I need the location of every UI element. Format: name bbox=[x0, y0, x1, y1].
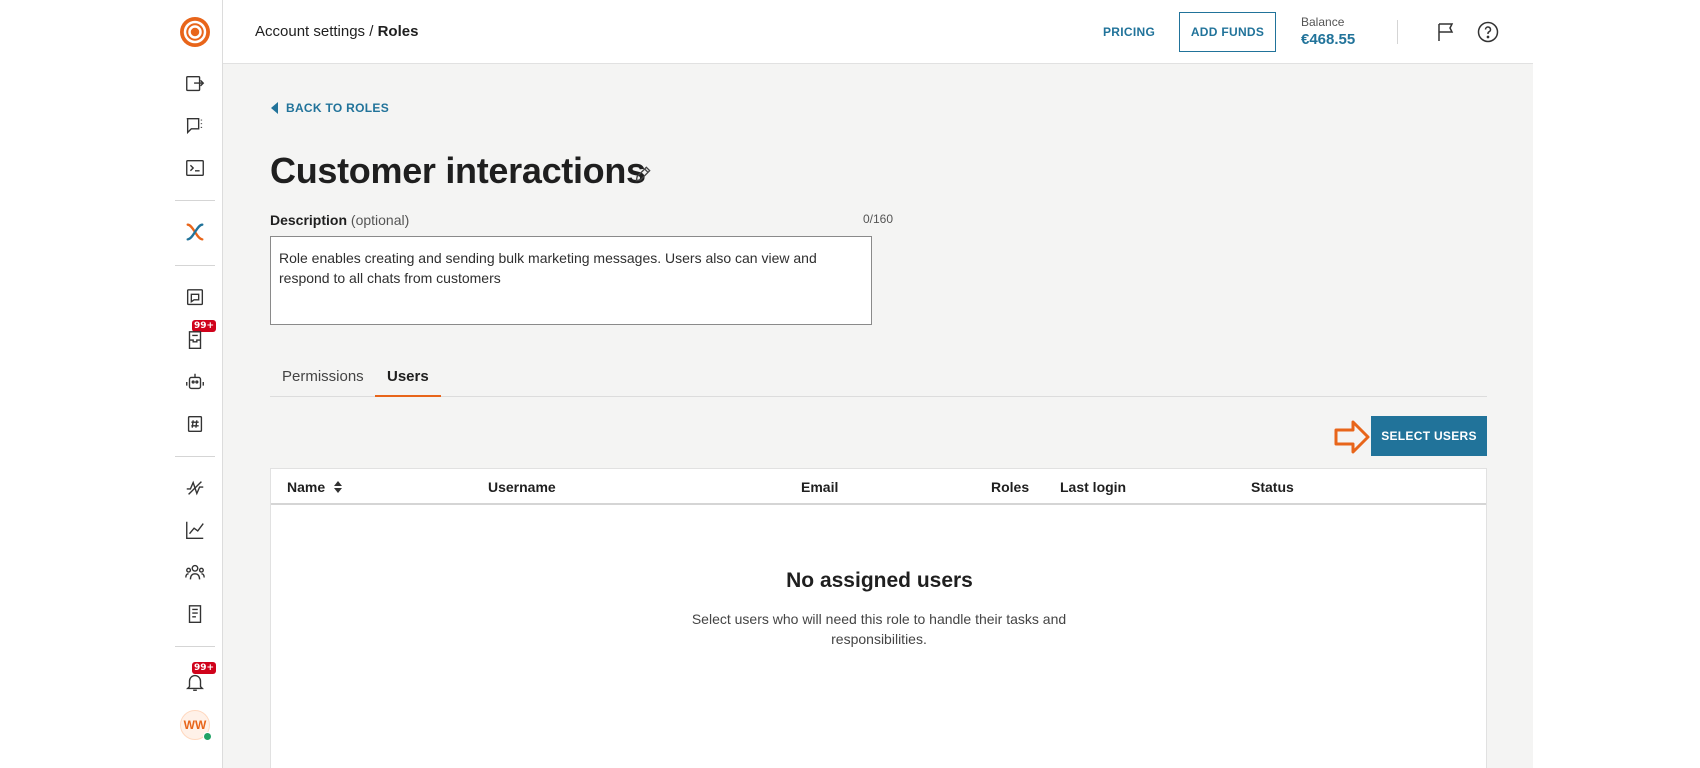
conversations-icon[interactable] bbox=[183, 114, 207, 138]
description-textarea[interactable]: Role enables creating and sending bulk m… bbox=[270, 236, 872, 325]
character-count: 0/160 bbox=[862, 212, 893, 226]
tab-users[interactable]: Users bbox=[375, 368, 441, 397]
bell-icon[interactable] bbox=[183, 670, 207, 694]
flag-icon[interactable] bbox=[1435, 20, 1459, 44]
description-label: Description (optional) bbox=[270, 212, 410, 228]
back-label: BACK TO ROLES bbox=[286, 101, 390, 115]
hashtag-document-icon[interactable] bbox=[183, 412, 207, 436]
column-header-email: Email bbox=[801, 479, 839, 495]
chat-inbox-icon[interactable] bbox=[183, 286, 207, 310]
users-table: Name Username Email Roles Last login Sta… bbox=[270, 468, 1487, 768]
select-users-button[interactable]: SELECT USERS bbox=[1371, 416, 1487, 456]
page-title: Customer interactions bbox=[270, 150, 646, 191]
analytics-icon[interactable] bbox=[183, 518, 207, 542]
pricing-link[interactable]: PRICING bbox=[1103, 25, 1155, 39]
sort-icon[interactable] bbox=[333, 480, 343, 494]
help-icon[interactable] bbox=[1476, 20, 1500, 44]
online-status-dot bbox=[203, 732, 212, 741]
tab-permissions[interactable]: Permissions bbox=[270, 368, 376, 397]
topbar-divider bbox=[1397, 20, 1398, 44]
pulse-icon[interactable] bbox=[183, 476, 207, 500]
bot-icon[interactable] bbox=[183, 370, 207, 394]
sidebar-divider bbox=[175, 646, 215, 647]
column-header-last-login: Last login bbox=[1060, 479, 1127, 495]
breadcrumb: Account settings / Roles bbox=[255, 23, 418, 40]
column-header-status: Status bbox=[1251, 479, 1294, 495]
arrow-right-icon bbox=[1334, 420, 1370, 454]
back-to-roles-link[interactable]: BACK TO ROLES bbox=[271, 101, 389, 115]
docs-icon[interactable] bbox=[183, 602, 207, 626]
balance-label: Balance bbox=[1301, 15, 1345, 29]
add-funds-button[interactable]: ADD FUNDS bbox=[1179, 12, 1276, 52]
breadcrumb-current: Roles bbox=[377, 23, 419, 40]
role-tabs: Permissions Users bbox=[270, 368, 1487, 397]
exchange-icon[interactable] bbox=[183, 220, 207, 244]
sidebar-divider bbox=[175, 200, 215, 201]
optional-label: (optional) bbox=[350, 212, 410, 228]
breadcrumb-parent[interactable]: Account settings / bbox=[255, 23, 373, 40]
people-icon[interactable] bbox=[183, 560, 207, 584]
right-gutter bbox=[1533, 0, 1700, 768]
inbox-icon[interactable] bbox=[183, 328, 207, 352]
balance-value: €468.55 bbox=[1301, 31, 1356, 48]
sidebar-divider bbox=[175, 456, 215, 457]
top-bar: Account settings / Roles PRICING ADD FUN… bbox=[223, 0, 1533, 64]
table-header: Name Username Email Roles Last login Sta… bbox=[271, 469, 1486, 505]
send-message-icon[interactable] bbox=[183, 72, 207, 96]
empty-state-title: No assigned users bbox=[786, 569, 973, 592]
main-content: BACK TO ROLES Customer interactions Desc… bbox=[223, 64, 1533, 768]
terminal-icon[interactable] bbox=[183, 156, 207, 180]
back-arrow-icon bbox=[271, 102, 278, 114]
app-logo[interactable] bbox=[179, 16, 211, 48]
sidebar: 99+ 99+ WW bbox=[0, 0, 223, 768]
empty-state-text: Select users who will need this role to … bbox=[691, 611, 1067, 647]
sidebar-divider bbox=[175, 265, 215, 266]
column-header-username: Username bbox=[488, 479, 556, 495]
pencil-icon[interactable] bbox=[633, 164, 653, 184]
column-header-name[interactable]: Name bbox=[287, 479, 343, 495]
column-header-roles: Roles bbox=[991, 479, 1030, 495]
